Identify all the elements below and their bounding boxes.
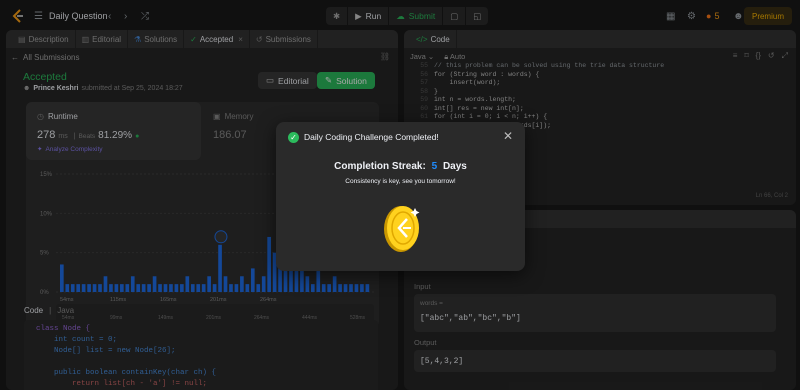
check-circle-icon: ✓ [288, 132, 299, 143]
streak-prefix: Completion Streak: [334, 161, 426, 172]
streak-text: Completion Streak: 5 Days [276, 161, 525, 172]
gold-coin-icon [384, 206, 420, 252]
daily-challenge-modal: ✓ Daily Coding Challenge Completed! ✕ Co… [276, 122, 525, 271]
streak-suffix: Days [442, 161, 467, 172]
close-icon[interactable]: ✕ [503, 129, 513, 143]
streak-subtitle: Consistency is key, see you tomorrow! [345, 178, 456, 185]
streak-value: 5 [431, 161, 438, 172]
modal-title: Daily Coding Challenge Completed! [304, 132, 439, 142]
